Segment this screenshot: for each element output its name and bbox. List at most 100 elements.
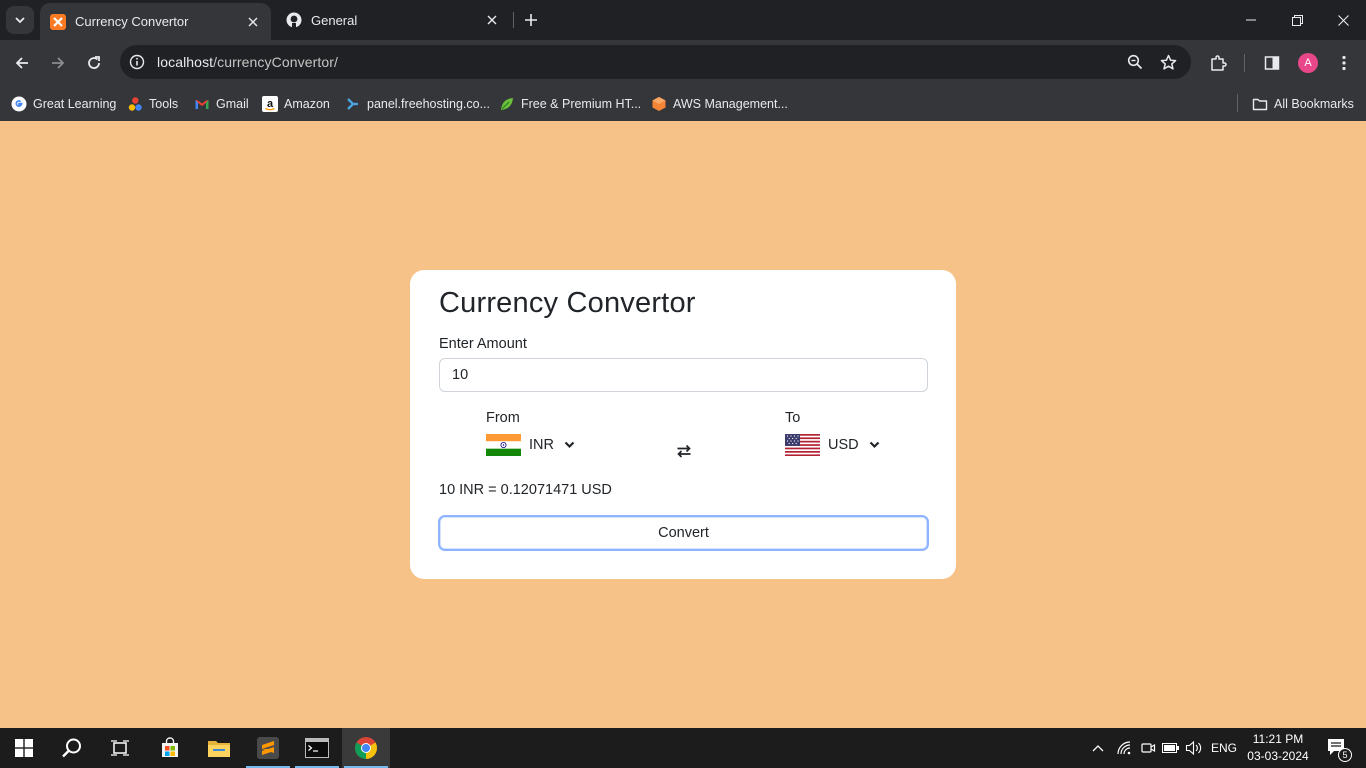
- extensions-button[interactable]: [1204, 49, 1232, 77]
- task-view-icon: [111, 740, 129, 756]
- aws-icon: [651, 96, 667, 112]
- github-icon: [286, 12, 302, 28]
- search-icon: [62, 738, 81, 758]
- sublime-text-button[interactable]: [244, 728, 292, 768]
- toolbar-divider: [1244, 54, 1245, 72]
- folder-icon: [1252, 96, 1268, 112]
- to-currency-select[interactable]: USD: [785, 432, 881, 458]
- kebab-menu-icon: [1342, 55, 1346, 71]
- from-currency-select[interactable]: INR: [486, 432, 576, 458]
- svg-text:a: a: [267, 98, 274, 110]
- clock[interactable]: 11:21 PM 03-03-2024: [1240, 731, 1316, 765]
- tab-strip: Currency Convertor General: [0, 0, 1366, 40]
- tools-icon: [127, 96, 143, 112]
- plus-icon: [525, 14, 537, 26]
- zoom-icon[interactable]: [1123, 50, 1147, 74]
- language-indicator[interactable]: ENG: [1208, 728, 1240, 768]
- back-button[interactable]: [8, 49, 36, 77]
- profile-avatar[interactable]: A: [1298, 53, 1318, 73]
- convert-button[interactable]: Convert: [438, 515, 929, 551]
- tab-title: General: [311, 12, 358, 28]
- bookmark-label: panel.freehosting.co...: [367, 97, 490, 111]
- tab-title: Currency Convertor: [75, 14, 189, 29]
- gmail-icon: [194, 96, 210, 112]
- bookmark-label: Free & Premium HT...: [521, 97, 642, 111]
- forward-button[interactable]: [44, 49, 72, 77]
- tab-general[interactable]: General: [276, 3, 510, 37]
- bookmark-freehosting[interactable]: panel.freehosting.co...: [345, 91, 490, 117]
- to-label: To: [785, 410, 801, 426]
- bookmark-gmail[interactable]: Gmail: [194, 91, 249, 117]
- chevron-down-icon: [15, 17, 25, 24]
- amount-input[interactable]: [439, 358, 928, 392]
- tab-divider: [513, 12, 514, 28]
- bookmarks-bar: Great Learning Tools Gmail a Amazon pane…: [0, 86, 1366, 121]
- windows-taskbar: ENG 11:21 PM 03-03-2024 5: [0, 728, 1366, 768]
- folder-icon: [208, 741, 230, 757]
- conversion-result: 10 INR = 0.12071471 USD: [439, 482, 612, 498]
- close-window-button[interactable]: [1320, 0, 1366, 40]
- terminal-icon: [305, 738, 329, 758]
- bookmark-great-learning[interactable]: Great Learning: [11, 91, 116, 117]
- reload-button[interactable]: [80, 49, 108, 77]
- close-tab-icon[interactable]: [245, 14, 261, 30]
- task-view-button[interactable]: [96, 728, 144, 768]
- restore-icon: [1291, 14, 1303, 26]
- arrow-left-icon: [15, 57, 28, 69]
- terminal-button[interactable]: [293, 728, 341, 768]
- store-icon: [162, 737, 178, 757]
- url-text: localhost/currencyConvertor/: [157, 54, 338, 70]
- browser-menu-button[interactable]: [1330, 49, 1358, 77]
- minimize-button[interactable]: [1228, 0, 1274, 40]
- chevron-up-icon: [1092, 745, 1104, 752]
- close-icon: [1337, 14, 1349, 26]
- address-bar[interactable]: localhost/currencyConvertor/: [120, 45, 1191, 79]
- start-button[interactable]: [0, 728, 48, 768]
- file-explorer-button[interactable]: [195, 728, 243, 768]
- search-button[interactable]: [48, 728, 96, 768]
- swap-currencies-button[interactable]: [674, 441, 694, 461]
- leaf-icon: [499, 96, 515, 112]
- minimize-icon: [1246, 19, 1256, 21]
- all-bookmarks-label: All Bookmarks: [1274, 97, 1354, 111]
- battery-icon[interactable]: [1160, 728, 1182, 768]
- close-tab-icon[interactable]: [484, 12, 500, 28]
- url-path: /currencyConvertor/: [213, 54, 338, 70]
- notification-center-button[interactable]: 5: [1318, 728, 1358, 768]
- site-info-icon[interactable]: [125, 50, 149, 74]
- bookmark-tools[interactable]: Tools: [127, 91, 178, 117]
- page-content: Currency Convertor Enter Amount From INR…: [0, 121, 1366, 728]
- side-panel-icon: [1264, 56, 1280, 70]
- amount-label: Enter Amount: [439, 336, 527, 352]
- chevron-down-icon: [564, 439, 576, 451]
- bookmarks-divider: [1237, 94, 1238, 112]
- show-hidden-icons-button[interactable]: [1086, 728, 1110, 768]
- bookmark-free-premium[interactable]: Free & Premium HT...: [499, 91, 641, 117]
- restore-button[interactable]: [1274, 0, 1320, 40]
- network-icon[interactable]: [1113, 728, 1135, 768]
- bookmark-label: Amazon: [284, 97, 330, 111]
- swap-arrows-icon: [677, 444, 691, 458]
- google-icon: [11, 96, 27, 112]
- microsoft-store-button[interactable]: [146, 728, 194, 768]
- side-panel-button[interactable]: [1258, 49, 1286, 77]
- bookmark-amazon[interactable]: a Amazon: [262, 91, 330, 117]
- sublime-text-icon: [257, 737, 279, 759]
- new-tab-button[interactable]: [519, 8, 543, 32]
- meet-now-icon[interactable]: [1137, 728, 1159, 768]
- bookmark-label: Tools: [149, 97, 179, 111]
- bookmark-star-icon[interactable]: [1156, 50, 1180, 74]
- india-flag-icon: [486, 434, 521, 456]
- from-currency-code: INR: [529, 437, 554, 453]
- tab-currency-convertor[interactable]: Currency Convertor: [40, 3, 271, 40]
- xampp-icon: [50, 13, 66, 30]
- all-bookmarks-button[interactable]: All Bookmarks: [1252, 91, 1354, 117]
- arrow-right-icon: [52, 57, 65, 69]
- bookmark-aws[interactable]: AWS Management...: [651, 91, 788, 117]
- tab-search-button[interactable]: [6, 6, 34, 34]
- bookmark-label: Great Learning: [33, 97, 117, 111]
- chrome-button[interactable]: [342, 728, 390, 768]
- bookmark-label: AWS Management...: [673, 97, 788, 111]
- windows-logo-icon: [15, 739, 33, 757]
- volume-icon[interactable]: [1183, 728, 1205, 768]
